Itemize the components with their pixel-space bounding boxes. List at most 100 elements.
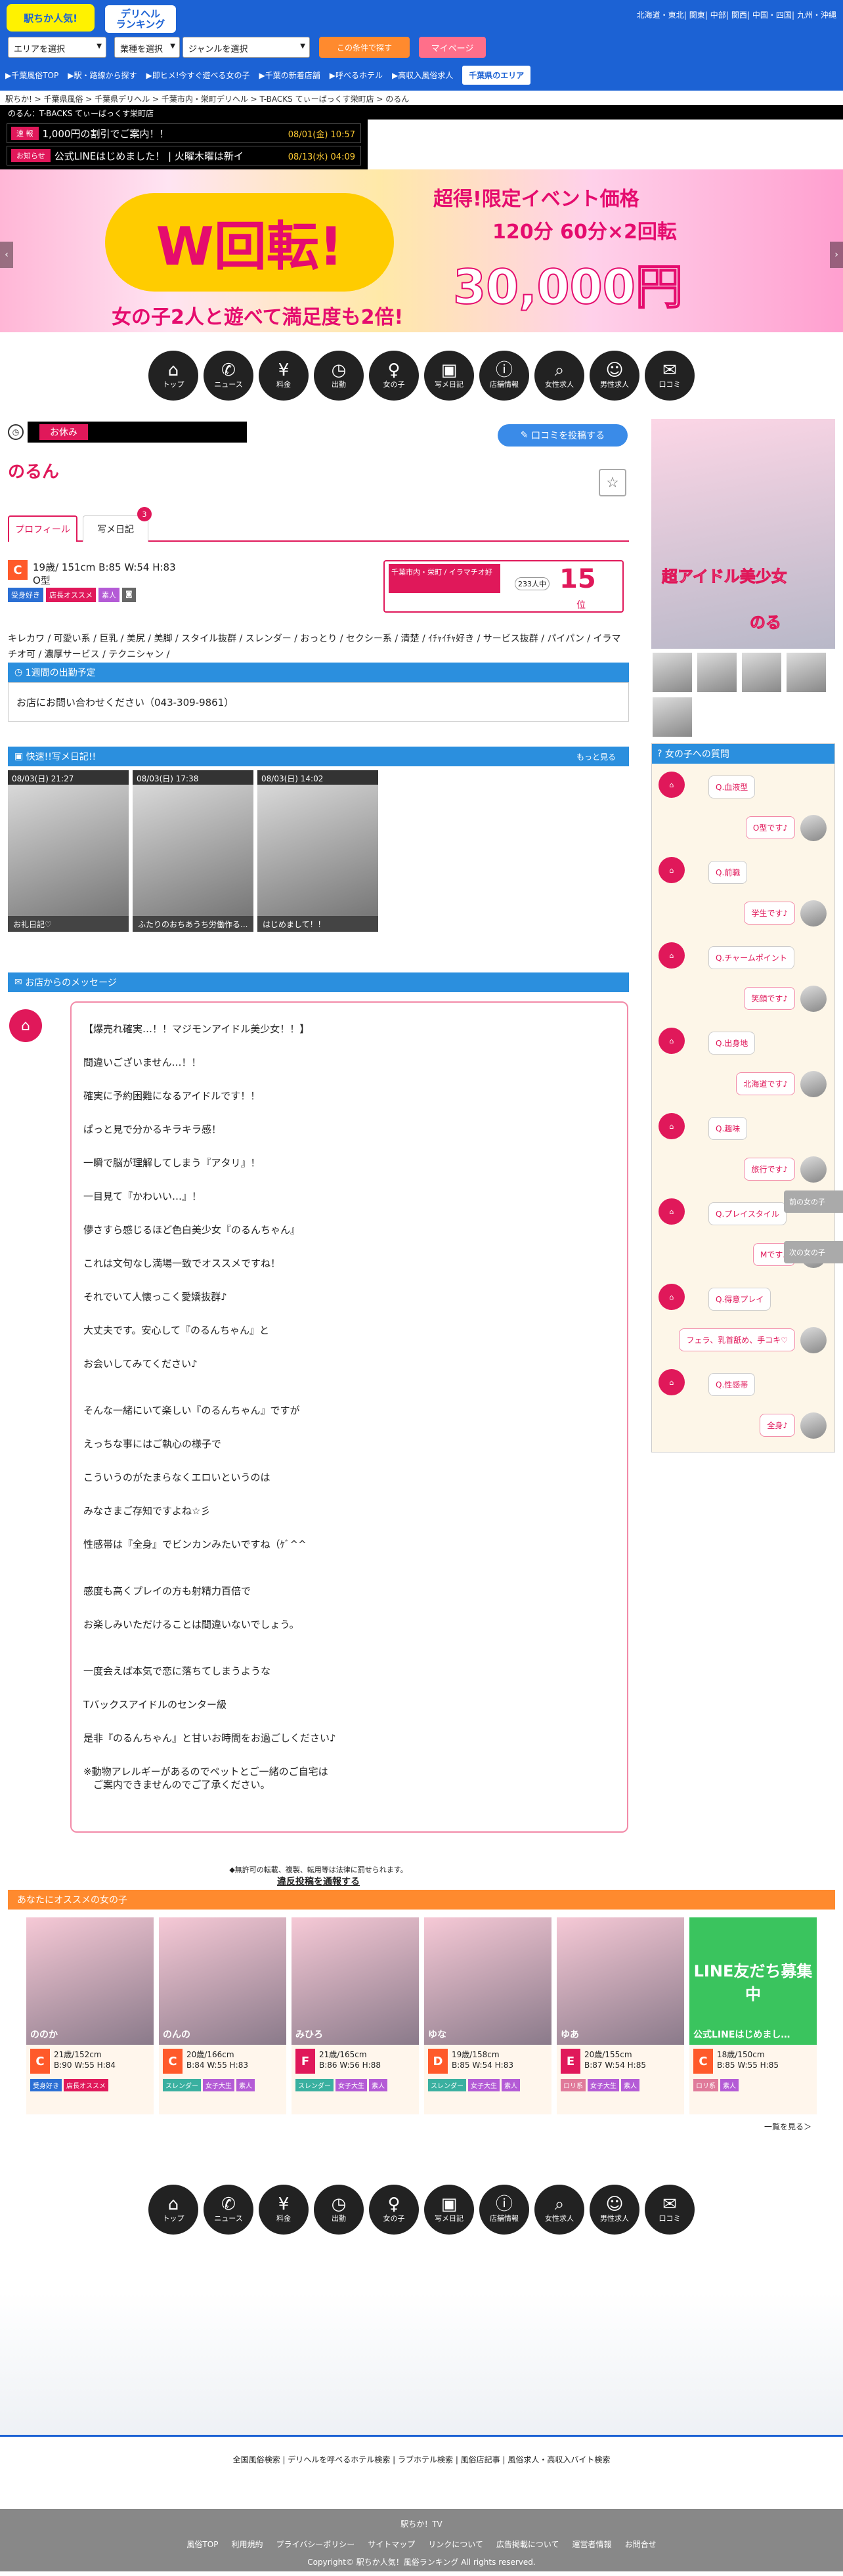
banner-prev-arrow-icon[interactable]: ‹ [0, 242, 13, 268]
footer-sublink[interactable]: 利用規約 [231, 2540, 263, 2549]
diary-photo[interactable]: 08/03(日) 17:38 ふたりのおちあうち労働作る... [133, 770, 253, 932]
shop-menu-bottom: ⌂ トップ ✆ ニュース ¥ 料金 ◷ 出勤 ♀ 女の子 ▣ 写メ日記 ⓘ 店舗情報 ⌕ 女性求人 ☺ 男性求人 ✉… [0, 2132, 843, 2253]
tab-profile[interactable]: プロフィール [8, 515, 77, 542]
footer-link[interactable]: 全国風俗検索 [233, 2455, 280, 2464]
photo-thumbnail[interactable] [651, 696, 693, 738]
footer-sublink[interactable]: 運営者情報 [573, 2540, 612, 2549]
menu-glyph-icon: ⓘ [495, 360, 513, 380]
footer-link[interactable]: 風俗店記事 [461, 2455, 500, 2464]
menu-icon-button[interactable]: ⌂ トップ [148, 2185, 198, 2235]
clock-icon: ◷ [8, 424, 24, 440]
region-link[interactable]: 関東 [689, 11, 705, 20]
photo-thumbnail[interactable] [696, 651, 738, 693]
banner-next-arrow-icon[interactable]: › [830, 242, 843, 268]
girl-blood-type: O型 [33, 575, 51, 586]
footer-sublink[interactable]: プライバシーポリシー [276, 2540, 355, 2549]
favorite-star-icon[interactable]: ☆ [599, 469, 626, 496]
menu-icon-button[interactable]: ¥ 料金 [259, 351, 309, 401]
menu-icon-button[interactable]: ¥ 料金 [259, 2185, 309, 2235]
region-links: 北海道・東北| 関東| 中部| 関西| 中国・四国| 九州・沖縄 [636, 11, 836, 20]
menu-icon-button[interactable]: ⓘ 店舗情報 [479, 351, 529, 401]
menu-icon-button[interactable]: ☺ 男性求人 [590, 2185, 639, 2235]
menu-icon-button[interactable]: ▣ 写メ日記 [424, 351, 474, 401]
footer-brand[interactable]: 駅ちか！TV [0, 2518, 843, 2529]
ticker-item[interactable]: 速 報 1,000円の割引でご案内！！ 08/01(金) 10:57 [7, 123, 361, 143]
diary-date: 08/03(日) 17:38 [133, 770, 253, 785]
diary-more-link[interactable]: もっと見る [576, 751, 616, 762]
message-line: ※動物アレルギーがあるのでペットとご一緒のご自宅は ご案内できませんのでご了承く… [83, 1766, 328, 1791]
footer-sublink[interactable]: 風俗TOP [186, 2540, 218, 2549]
footer-link[interactable]: ラブホテル検索 [398, 2455, 453, 2464]
nav-link[interactable]: ▶千葉の新着店舗 [259, 70, 320, 81]
menu-icon-button[interactable]: ✆ ニュース [204, 351, 253, 401]
girl-tags: 受身好き 店長オススメ 素人 ◙ [8, 588, 136, 602]
ticker-item[interactable]: お知らせ 公式LINEはじめました！ | 火曜木曜は新イ 08/13(水) 04:0… [7, 146, 361, 165]
next-girl-tab[interactable]: 次の女の子 [784, 1241, 843, 1263]
nav-link[interactable]: ▶高収入風俗求人 [392, 70, 453, 81]
menu-icon-button[interactable]: ☺ 男性求人 [590, 351, 639, 401]
menu-icon-button[interactable]: ⓘ 店舗情報 [479, 2185, 529, 2235]
region-link[interactable]: 中国・四国 [752, 11, 792, 20]
photo-thumbnail[interactable] [741, 651, 783, 693]
menu-icon-button[interactable]: ✉ 口コミ [645, 351, 695, 401]
area-select[interactable]: エリアを選択 [8, 37, 106, 58]
area-button[interactable]: 千葉県のエリア [462, 66, 531, 85]
recommend-card[interactable]: ゆあ E 20歳/155cm B:87 W:54 H:85 ロリ系 女子大生 素人 [557, 1917, 684, 2114]
nav-link[interactable]: ▶千葉風俗TOP [5, 70, 58, 81]
message-line: 確実に予約困難になるアイドルです！！ [83, 1090, 261, 1102]
menu-icon-button[interactable]: ⌂ トップ [148, 351, 198, 401]
event-banner[interactable]: W回転! 超得!限定イベント価格 120分 60分×2回転 30,000円 女の… [0, 169, 843, 332]
footer-link[interactable]: 風俗求人・高収入バイト検索 [508, 2455, 610, 2464]
menu-icon-button[interactable]: ▣ 写メ日記 [424, 2185, 474, 2235]
genre-select[interactable]: ジャンルを選択 [183, 37, 310, 58]
nav-link[interactable]: ▶即ヒメ!今すぐ遊べる女の子 [146, 70, 249, 81]
answer-text: 笑顔です♪ [744, 987, 795, 1010]
site-logo[interactable]: 駅ちか人気! [7, 4, 95, 32]
recommend-card[interactable]: ゆな D 19歳/158cm B:85 W:54 H:83 スレンダー 女子大生 素人 [424, 1917, 551, 2114]
nav-link[interactable]: ▶駅・路線から探す [68, 70, 137, 81]
search-condition-button[interactable]: この条件で探す [319, 37, 410, 58]
diary-photo[interactable]: 08/03(日) 21:27 お礼日記♡ [8, 770, 129, 932]
footer-sublink[interactable]: サイトマップ [368, 2540, 415, 2549]
menu-icon-button[interactable]: ◷ 出勤 [314, 351, 364, 401]
region-link[interactable]: 関西 [731, 11, 747, 20]
tab-diary[interactable]: 写メ日記 3 [83, 507, 152, 542]
photo-thumbnail[interactable] [785, 651, 827, 693]
prev-girl-tab[interactable]: 前の女の子 [784, 1190, 843, 1213]
girl-main-photo[interactable]: 超アイドル美少女 のる [651, 419, 835, 649]
menu-icon-button[interactable]: ⌕ 女性求人 [534, 351, 584, 401]
post-review-button[interactable]: ✎ 口コミを投稿する [498, 424, 628, 447]
genre-type-select[interactable]: 業種を選択 [114, 37, 180, 58]
diary-photo[interactable]: 08/03(日) 14:02 はじめまして！！ [257, 770, 378, 932]
diary-image [133, 785, 253, 916]
footer-sublink[interactable]: お問合せ [625, 2540, 657, 2549]
ranking-box[interactable]: 千葉市内・栄町 / イラマチオ好 233人中 15 位 [383, 560, 624, 613]
recommend-more-link[interactable]: 一覧を見る＞ [0, 2121, 811, 2132]
menu-icon-button[interactable]: ♀ 女の子 [369, 2185, 419, 2235]
deli-ranking-logo[interactable]: デリヘル ランキング [105, 5, 176, 33]
diary-photos: 08/03(日) 21:27 お礼日記♡ 08/03(日) 17:38 ふたりのおち… [8, 770, 629, 932]
recommend-card[interactable]: みひろ F 21歳/165cm B:86 W:56 H:88 スレンダー 女子大生 素人 [292, 1917, 419, 2114]
menu-icon-button[interactable]: ♀ 女の子 [369, 351, 419, 401]
footer-sublink[interactable]: 広告掲載について [496, 2540, 559, 2549]
menu-icon-button[interactable]: ✉ 口コミ [645, 2185, 695, 2235]
nav-link[interactable]: ▶呼べるホテル [330, 70, 383, 81]
region-link[interactable]: 北海道・東北 [637, 11, 684, 20]
recommend-card[interactable]: ののか C 21歳/152cm B:90 W:55 H:84 受身好き 店長オススメ [26, 1917, 154, 2114]
footer-link[interactable]: デリヘルを呼べるホテル検索 [288, 2455, 390, 2464]
photo-thumbnail[interactable] [651, 651, 693, 693]
menu-icon-button[interactable]: ◷ 出勤 [314, 2185, 364, 2235]
recommend-card[interactable]: のんの C 20歳/166cm B:84 W:55 H:83 スレンダー 女子大生 素人 [159, 1917, 286, 2114]
menu-icon-button[interactable]: ⌕ 女性求人 [534, 2185, 584, 2235]
mypage-button[interactable]: マイページ [419, 37, 486, 58]
region-link[interactable]: 九州・沖縄 [797, 11, 836, 20]
footer-sublink[interactable]: リンクについて [428, 2540, 483, 2549]
report-link[interactable]: 違反投稿を通報する [8, 1875, 629, 1888]
recommend-card[interactable]: LINE友だち募集中 公式LINEはじめまし… C 18歳/150cm B:85 W:5… [689, 1917, 817, 2114]
ticker-date: 08/01(金) 10:57 [288, 129, 355, 140]
breadcrumb[interactable]: 駅ちか! > 千葉県風俗 > 千葉県デリヘル > 千葉市内・栄町デリヘル > T… [0, 91, 843, 105]
question-text: Q.出身地 [708, 1032, 756, 1055]
menu-icon-button[interactable]: ✆ ニュース [204, 2185, 253, 2235]
region-link[interactable]: 中部 [710, 11, 726, 20]
menu-label: 口コミ [659, 2214, 681, 2223]
